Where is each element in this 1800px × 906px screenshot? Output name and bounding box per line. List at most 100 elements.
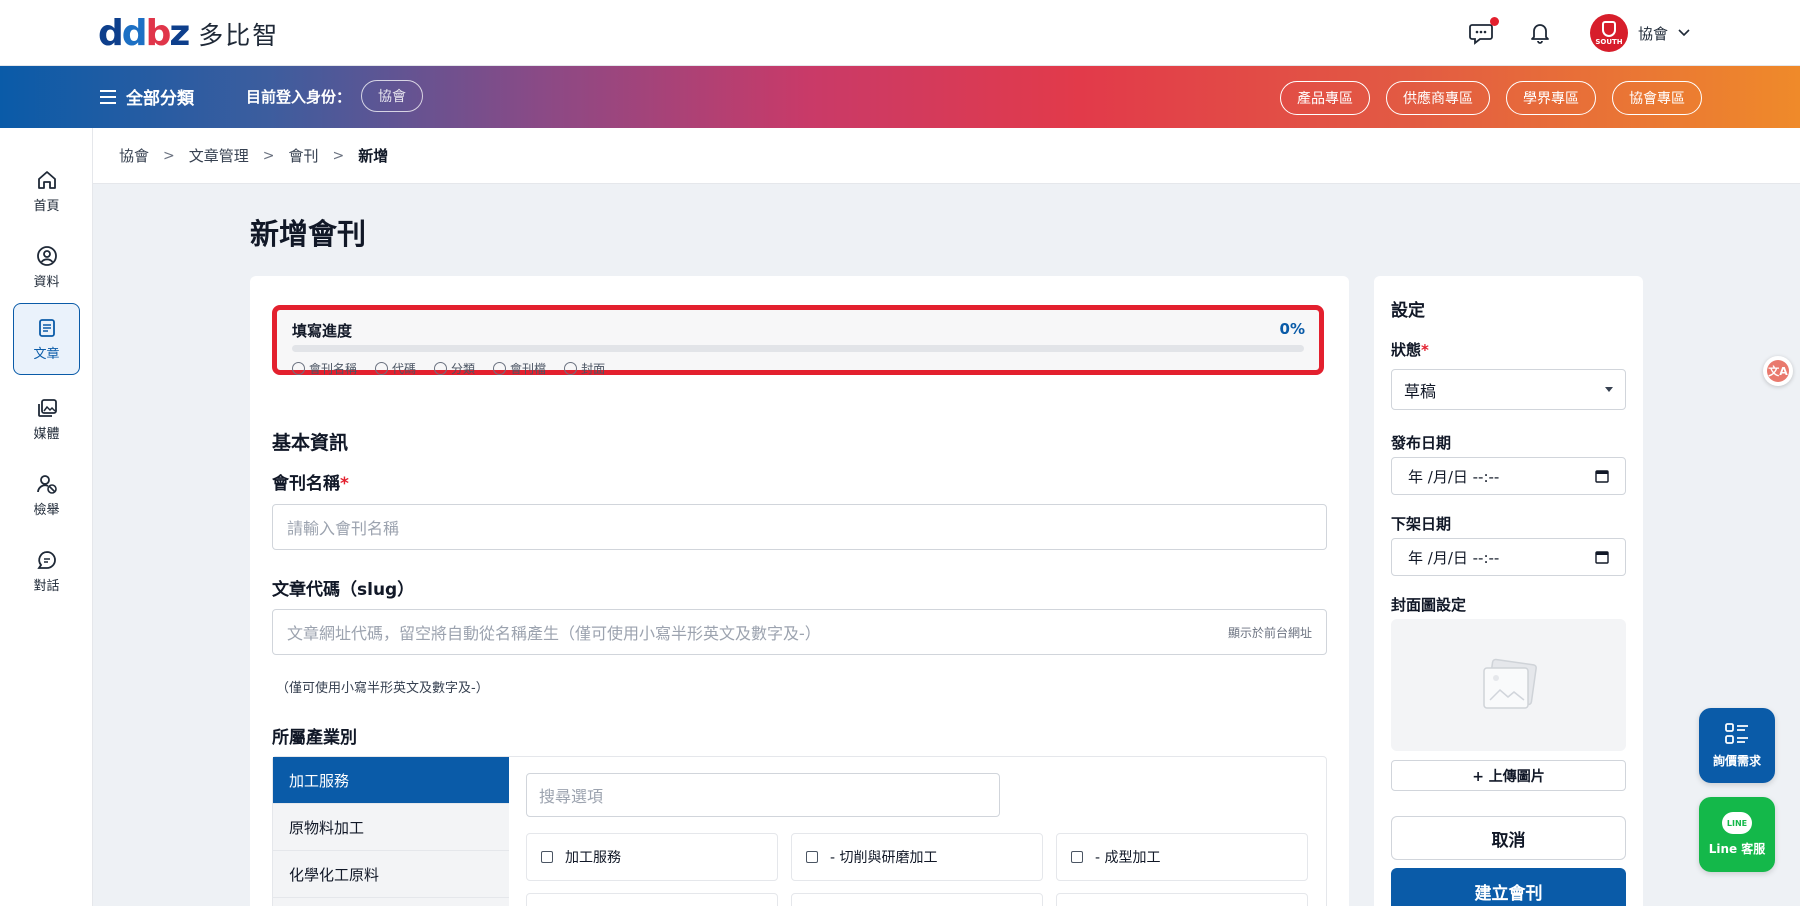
industry-option[interactable]: 加工服務 [526, 833, 778, 881]
industry-selector: 加工服務 原物料加工 化學化工原料 搜尋選項 加工服務 - 切削與研磨加工 - … [272, 756, 1327, 906]
fill-progress-panel: 填寫進度 0% 會刊名稱 代碼 分類 會刊檔 封面 [272, 305, 1324, 377]
progress-step-code: 代碼 [375, 360, 416, 377]
sidebar-item-home[interactable]: 首頁 [13, 155, 80, 227]
industry-option[interactable]: - 成型加工 [1056, 833, 1308, 881]
industry-field-label: 所屬產業別 [272, 728, 357, 748]
sidebar-item-profile[interactable]: 資料 [13, 231, 80, 303]
brand-logo[interactable]: ddbz 多比智 [98, 16, 279, 52]
category-nav-bar: 全部分類 目前登入身份： 協會 產品專區 供應商專區 學界專區 協會專區 [0, 66, 1800, 128]
journal-name-input[interactable]: 請輸入會刊名稱 [272, 504, 1327, 550]
industry-category-list: 加工服務 原物料加工 化學化工原料 [273, 757, 509, 906]
checkbox[interactable] [806, 851, 818, 863]
progress-step-file: 會刊檔 [493, 360, 546, 377]
slug-input[interactable]: 文章網址代碼，留空將自動從名稱產生（僅可使用小寫半形英文及數字及-） 顯示於前台… [272, 609, 1327, 655]
form-card: 填寫進度 0% 會刊名稱 代碼 分類 會刊檔 封面 基本資訊 會刊名稱* 請輸入… [250, 276, 1349, 906]
unpublish-date-label: 下架日期 [1391, 515, 1452, 533]
status-label: 狀態* [1391, 341, 1429, 359]
unpublish-date-input[interactable]: 年 /月/日 --:-- [1391, 538, 1626, 576]
chevron-down-icon [1678, 29, 1690, 37]
chevron-right-icon: > [262, 147, 275, 164]
translate-icon[interactable]: 文A [1763, 356, 1793, 386]
translate-icon-glyph: 文A [1767, 360, 1789, 382]
image-placeholder-icon [1482, 658, 1537, 709]
industry-option[interactable] [791, 893, 1043, 906]
industry-category-item[interactable]: 加工服務 [273, 757, 509, 804]
progress-steps: 會刊名稱 代碼 分類 會刊檔 封面 [292, 360, 605, 377]
industry-option[interactable] [526, 893, 778, 906]
quote-request-label: 詢價需求 [1712, 754, 1761, 768]
chat-notification-icon[interactable] [1468, 17, 1499, 47]
sidebar-item-label: 資料 [33, 274, 60, 290]
settings-title: 設定 [1391, 301, 1425, 321]
upload-image-button[interactable]: + 上傳圖片 [1391, 760, 1626, 791]
cover-image-dropzone[interactable] [1391, 619, 1626, 751]
slug-suffix-note: 顯示於前台網址 [1227, 625, 1312, 640]
chat-bubble-icon [36, 550, 56, 569]
checkbox[interactable] [1071, 851, 1083, 863]
checkbox[interactable] [541, 851, 553, 863]
industry-option[interactable] [1056, 893, 1308, 906]
login-identity: 目前登入身份： 協會 [246, 80, 424, 112]
document-icon [38, 318, 55, 337]
sidebar-item-chat[interactable]: 對話 [13, 535, 80, 607]
publish-date-label: 發布日期 [1391, 434, 1452, 452]
radio-circle-icon [564, 362, 578, 375]
line-icon: LINE [1722, 812, 1752, 834]
status-select[interactable]: 草稿 [1391, 369, 1626, 410]
progress-step-category: 分類 [434, 360, 475, 377]
calendar-icon[interactable] [1595, 469, 1609, 483]
zone-tab-academia[interactable]: 學界專區 [1506, 81, 1596, 115]
industry-category-item[interactable]: 原物料加工 [273, 804, 509, 851]
user-name: 協會 [1637, 24, 1668, 43]
user-menu[interactable]: SOUTH 協會 [1589, 14, 1690, 52]
settings-panel: 設定 狀態* 草稿 發布日期 年 /月/日 --:-- 下架日期 年 /月/日 … [1374, 276, 1643, 906]
industry-option[interactable]: - 切削與研磨加工 [791, 833, 1043, 881]
radio-circle-icon [434, 362, 448, 375]
progress-bar [292, 345, 1304, 352]
slug-hint: （僅可使用小寫半形英文及數字及-） [276, 681, 489, 696]
sidebar-item-label: 媒體 [33, 426, 60, 442]
radio-circle-icon [292, 362, 305, 375]
radio-circle-icon [493, 362, 507, 375]
home-icon [37, 170, 56, 189]
bell-icon[interactable] [1526, 19, 1554, 47]
sidebar-item-label: 文章 [33, 346, 60, 362]
breadcrumb: 協會 > 文章管理 > 會刊 > 新增 [93, 128, 1800, 184]
chevron-right-icon: > [163, 147, 175, 164]
line-support-button[interactable]: LINE Line 客服 [1699, 797, 1775, 872]
page-title: 新增會刊 [250, 217, 367, 251]
line-support-label: Line 客服 [1708, 842, 1766, 856]
slug-field-label: 文章代碼（slug） [272, 580, 415, 600]
breadcrumb-item-association[interactable]: 協會 [119, 145, 149, 166]
progress-title: 填寫進度 [292, 322, 353, 340]
chevron-right-icon: > [332, 147, 345, 164]
login-role-pill[interactable]: 協會 [361, 80, 424, 112]
radio-circle-icon [375, 362, 389, 375]
publish-date-input[interactable]: 年 /月/日 --:-- [1391, 457, 1626, 495]
industry-category-item[interactable]: 化學化工原料 [273, 851, 509, 898]
breadcrumb-item-article-management[interactable]: 文章管理 [189, 145, 249, 166]
cancel-button[interactable]: 取消 [1391, 816, 1626, 860]
sidebar-item-media[interactable]: 媒體 [13, 383, 80, 455]
quote-request-button[interactable]: 詢價需求 [1699, 708, 1775, 783]
breadcrumb-item-current: 新增 [358, 147, 389, 165]
sidebar-item-label: 首頁 [33, 198, 60, 214]
sidebar-item-reports[interactable]: 檢舉 [13, 459, 80, 531]
all-categories-button[interactable]: 全部分類 [100, 84, 194, 109]
create-journal-button[interactable]: 建立會刊 [1391, 868, 1626, 906]
zone-tab-suppliers[interactable]: 供應商專區 [1386, 81, 1490, 115]
breadcrumb-item-journal[interactable]: 會刊 [289, 145, 319, 166]
caret-down-icon [1605, 387, 1613, 392]
user-circle-icon [36, 245, 57, 266]
calendar-icon[interactable] [1595, 550, 1609, 564]
section-basic-info: 基本資訊 [272, 432, 349, 454]
zone-tab-products[interactable]: 產品專區 [1280, 81, 1370, 115]
zone-tab-association[interactable]: 協會專區 [1612, 81, 1702, 115]
left-sidebar: 首頁 資料 文章 媒體 檢舉 對話 [0, 128, 93, 906]
header-actions: SOUTH 協會 [1468, 14, 1690, 52]
logo-text: 多比智 [198, 21, 280, 50]
option-search-input[interactable]: 搜尋選項 [526, 773, 1000, 817]
all-categories-label: 全部分類 [126, 89, 194, 109]
quote-list-icon [1725, 723, 1748, 744]
sidebar-item-articles[interactable]: 文章 [13, 303, 80, 375]
